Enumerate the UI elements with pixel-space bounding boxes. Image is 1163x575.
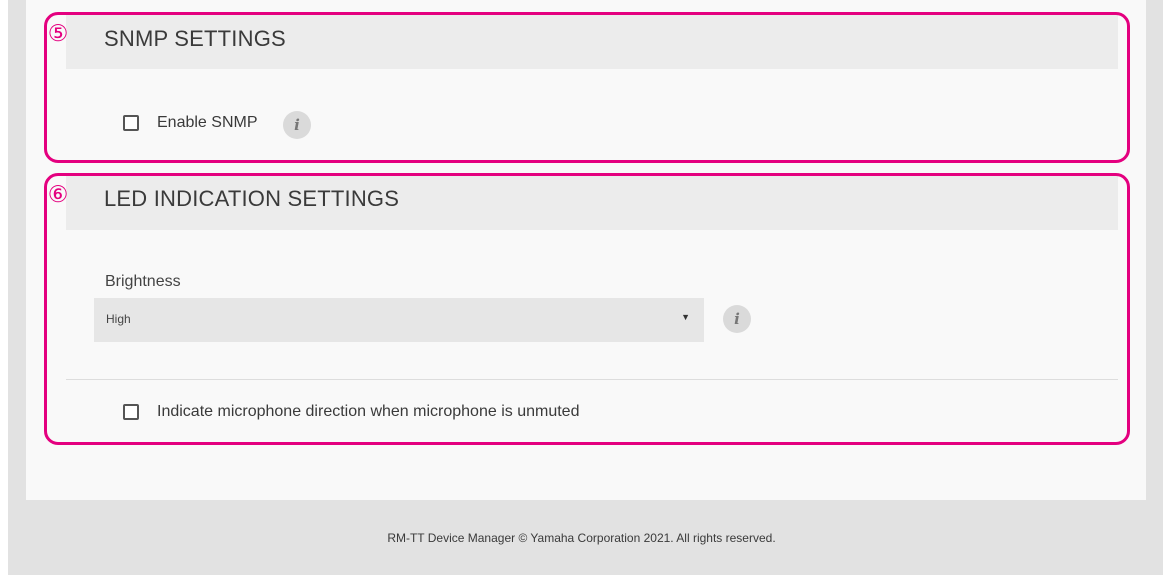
- callout-box-6: [44, 173, 1130, 445]
- footer-copyright: RM-TT Device Manager © Yamaha Corporatio…: [387, 531, 776, 545]
- callout-box-5: [44, 12, 1130, 163]
- callout-number-6: ⑥: [47, 181, 69, 207]
- callout-number-5: ⑤: [47, 20, 69, 46]
